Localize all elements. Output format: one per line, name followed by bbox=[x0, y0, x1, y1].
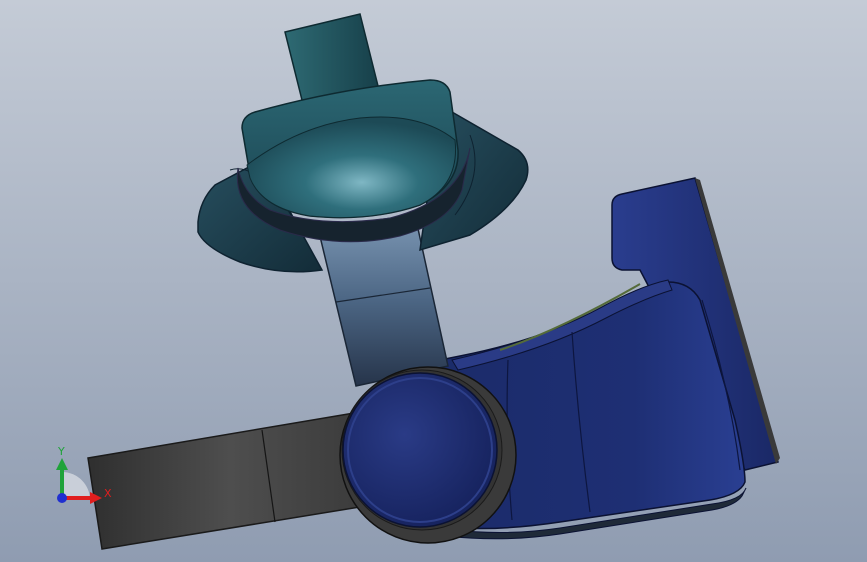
x-axis-label: X bbox=[104, 487, 112, 500]
y-axis-label: Y bbox=[57, 445, 65, 458]
graphics-viewport[interactable]: Y X bbox=[0, 0, 867, 562]
z-axis-dot bbox=[57, 493, 67, 503]
cad-scene[interactable]: Y X bbox=[0, 0, 867, 562]
hub-part[interactable] bbox=[339, 366, 517, 544]
